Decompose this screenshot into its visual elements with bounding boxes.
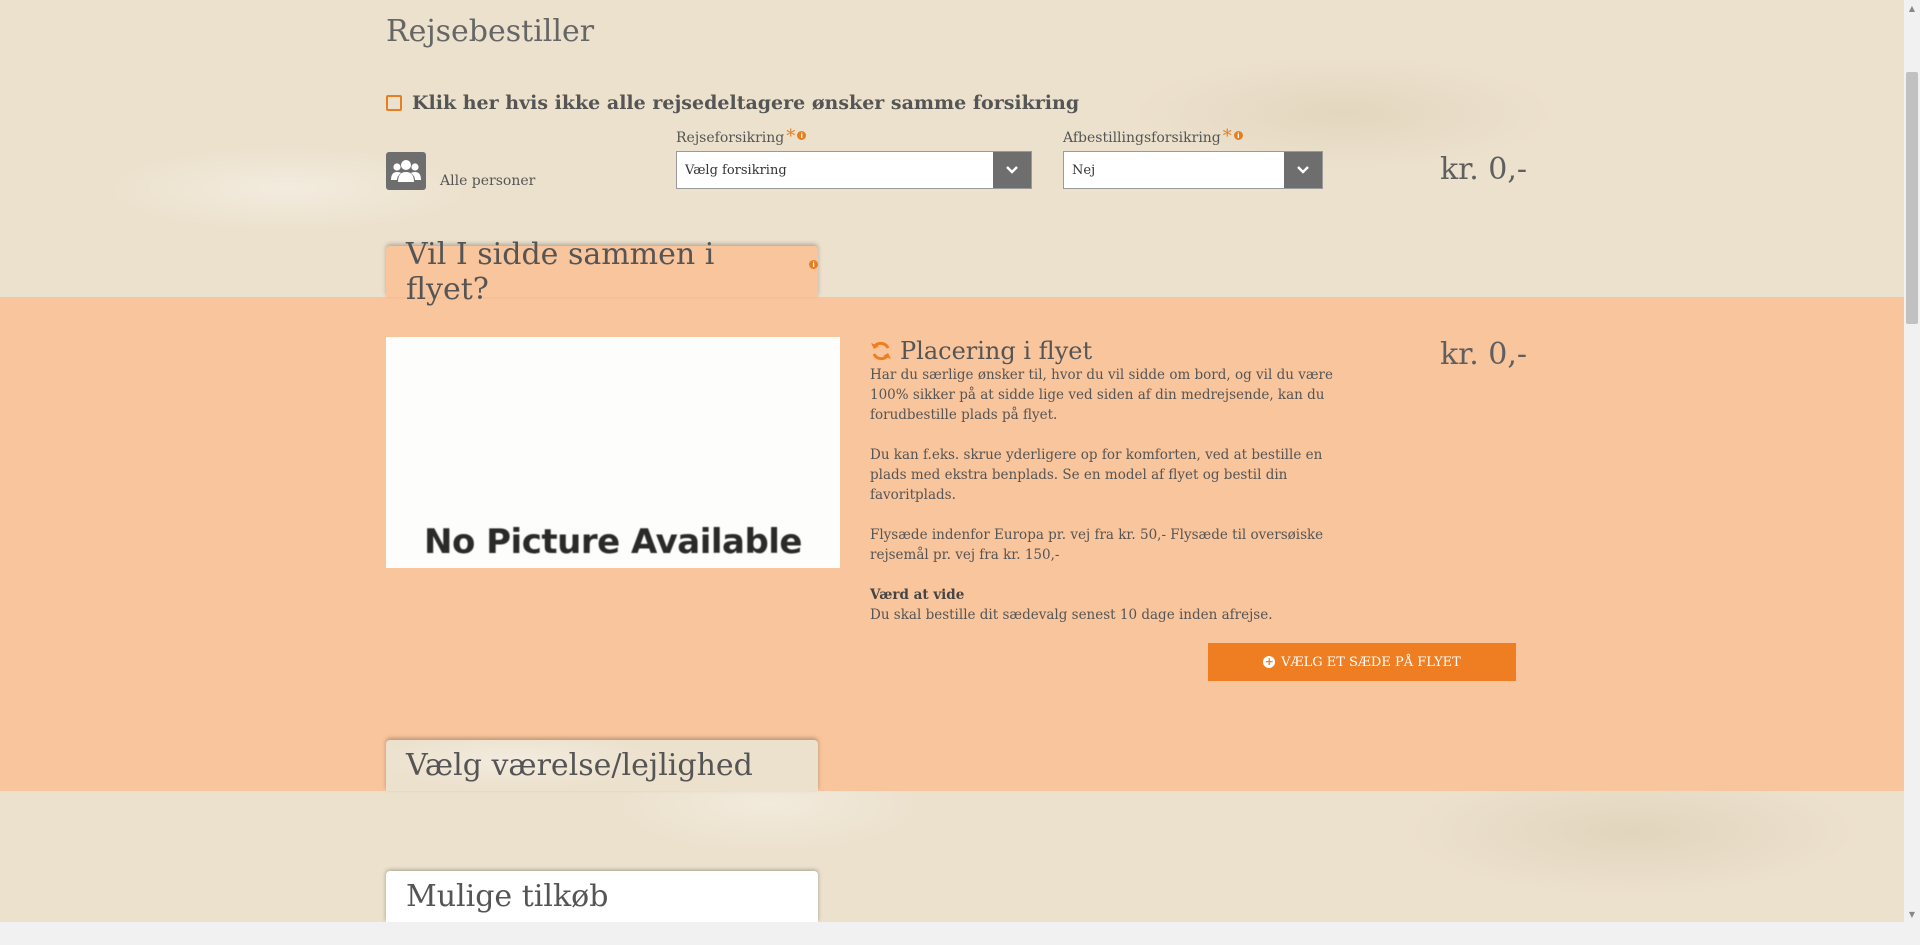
travel-insurance-select[interactable]: Vælg forsikring [676, 151, 1032, 189]
all-persons-label: Alle personer [440, 173, 536, 189]
tab-seating[interactable]: Vil I sidde sammen i flyet? i [386, 237, 818, 307]
chevron-down-icon[interactable] [993, 152, 1031, 188]
chevron-down-icon[interactable] [1284, 152, 1322, 188]
required-marker: * [786, 126, 796, 147]
refresh-icon [871, 341, 891, 361]
cancellation-insurance-label-row: Afbestillingsforsikring * i [1063, 126, 1243, 147]
travel-insurance-label: Rejseforsikring [676, 130, 785, 146]
seating-tab-title: Vil I sidde sammen i flyet? [406, 236, 715, 307]
same-insurance-label[interactable]: Klik her hvis ikke alle rejsedeltagere ø… [412, 92, 1079, 114]
good-to-know-title: Værd at vide [870, 587, 965, 603]
users-group-icon [386, 152, 426, 190]
good-to-know: Værd at vide Du skal bestille dit sædeva… [870, 585, 1350, 625]
plus-circle-icon: + [1263, 655, 1276, 668]
required-marker: * [1222, 126, 1232, 147]
cancellation-insurance-value[interactable]: Nej [1064, 152, 1284, 188]
room-tab-title: Vælg værelse/lejlighed [406, 748, 753, 783]
placement-title: Placering i flyet [900, 337, 1093, 365]
info-icon[interactable]: i [1233, 131, 1243, 140]
scrollbar-thumb[interactable] [1906, 72, 1918, 324]
placement-heading: Placering i flyet [870, 337, 1092, 365]
seating-price: kr. 0,- [1440, 337, 1528, 372]
choose-seat-button[interactable]: + VÆLG ET SÆDE PÅ FLYET [1208, 643, 1516, 681]
travel-insurance-label-row: Rejseforsikring * i [676, 126, 807, 147]
page-title: Rejsebestiller [386, 14, 595, 49]
choose-seat-label[interactable]: VÆLG ET SÆDE PÅ FLYET [1281, 655, 1461, 670]
info-icon[interactable]: i [809, 260, 818, 269]
addons-tab-title: Mulige tilkøb [406, 879, 609, 914]
horizontal-scrollbar[interactable] [0, 922, 1920, 945]
tab-addons[interactable]: Mulige tilkøb [386, 871, 818, 922]
scroll-up-icon[interactable]: ▲ [1904, 0, 1920, 16]
no-picture-text: No Picture Available [423, 522, 803, 562]
page: Rejsebestiller Klik her hvis ikke alle r… [0, 0, 1904, 922]
cancellation-insurance-select[interactable]: Nej [1063, 151, 1323, 189]
travel-insurance-value[interactable]: Vælg forsikring [677, 152, 993, 188]
description-paragraph: Har du særlige ønsker til, hvor du vil s… [870, 367, 1333, 423]
same-insurance-toggle[interactable]: Klik her hvis ikke alle rejsedeltagere ø… [386, 92, 1079, 114]
tab-room[interactable]: Vælg værelse/lejlighed [386, 740, 818, 791]
info-icon[interactable]: i [797, 131, 807, 140]
good-to-know-text: Du skal bestille dit sædevalg senest 10 … [870, 607, 1273, 623]
scroll-down-icon[interactable]: ▼ [1904, 906, 1920, 922]
cancellation-insurance-label: Afbestillingsforsikring [1063, 130, 1221, 146]
description-paragraph: Du kan f.eks. skrue yderligere op for ko… [870, 447, 1323, 503]
description-paragraph: Flysæde indenfor Europa pr. vej fra kr. … [870, 527, 1324, 563]
insurance-price: kr. 0,- [1440, 152, 1528, 187]
seat-map-image: No Picture Available [386, 337, 840, 568]
same-insurance-checkbox[interactable] [386, 95, 402, 111]
seating-description: Har du særlige ønsker til, hvor du vil s… [870, 365, 1350, 625]
